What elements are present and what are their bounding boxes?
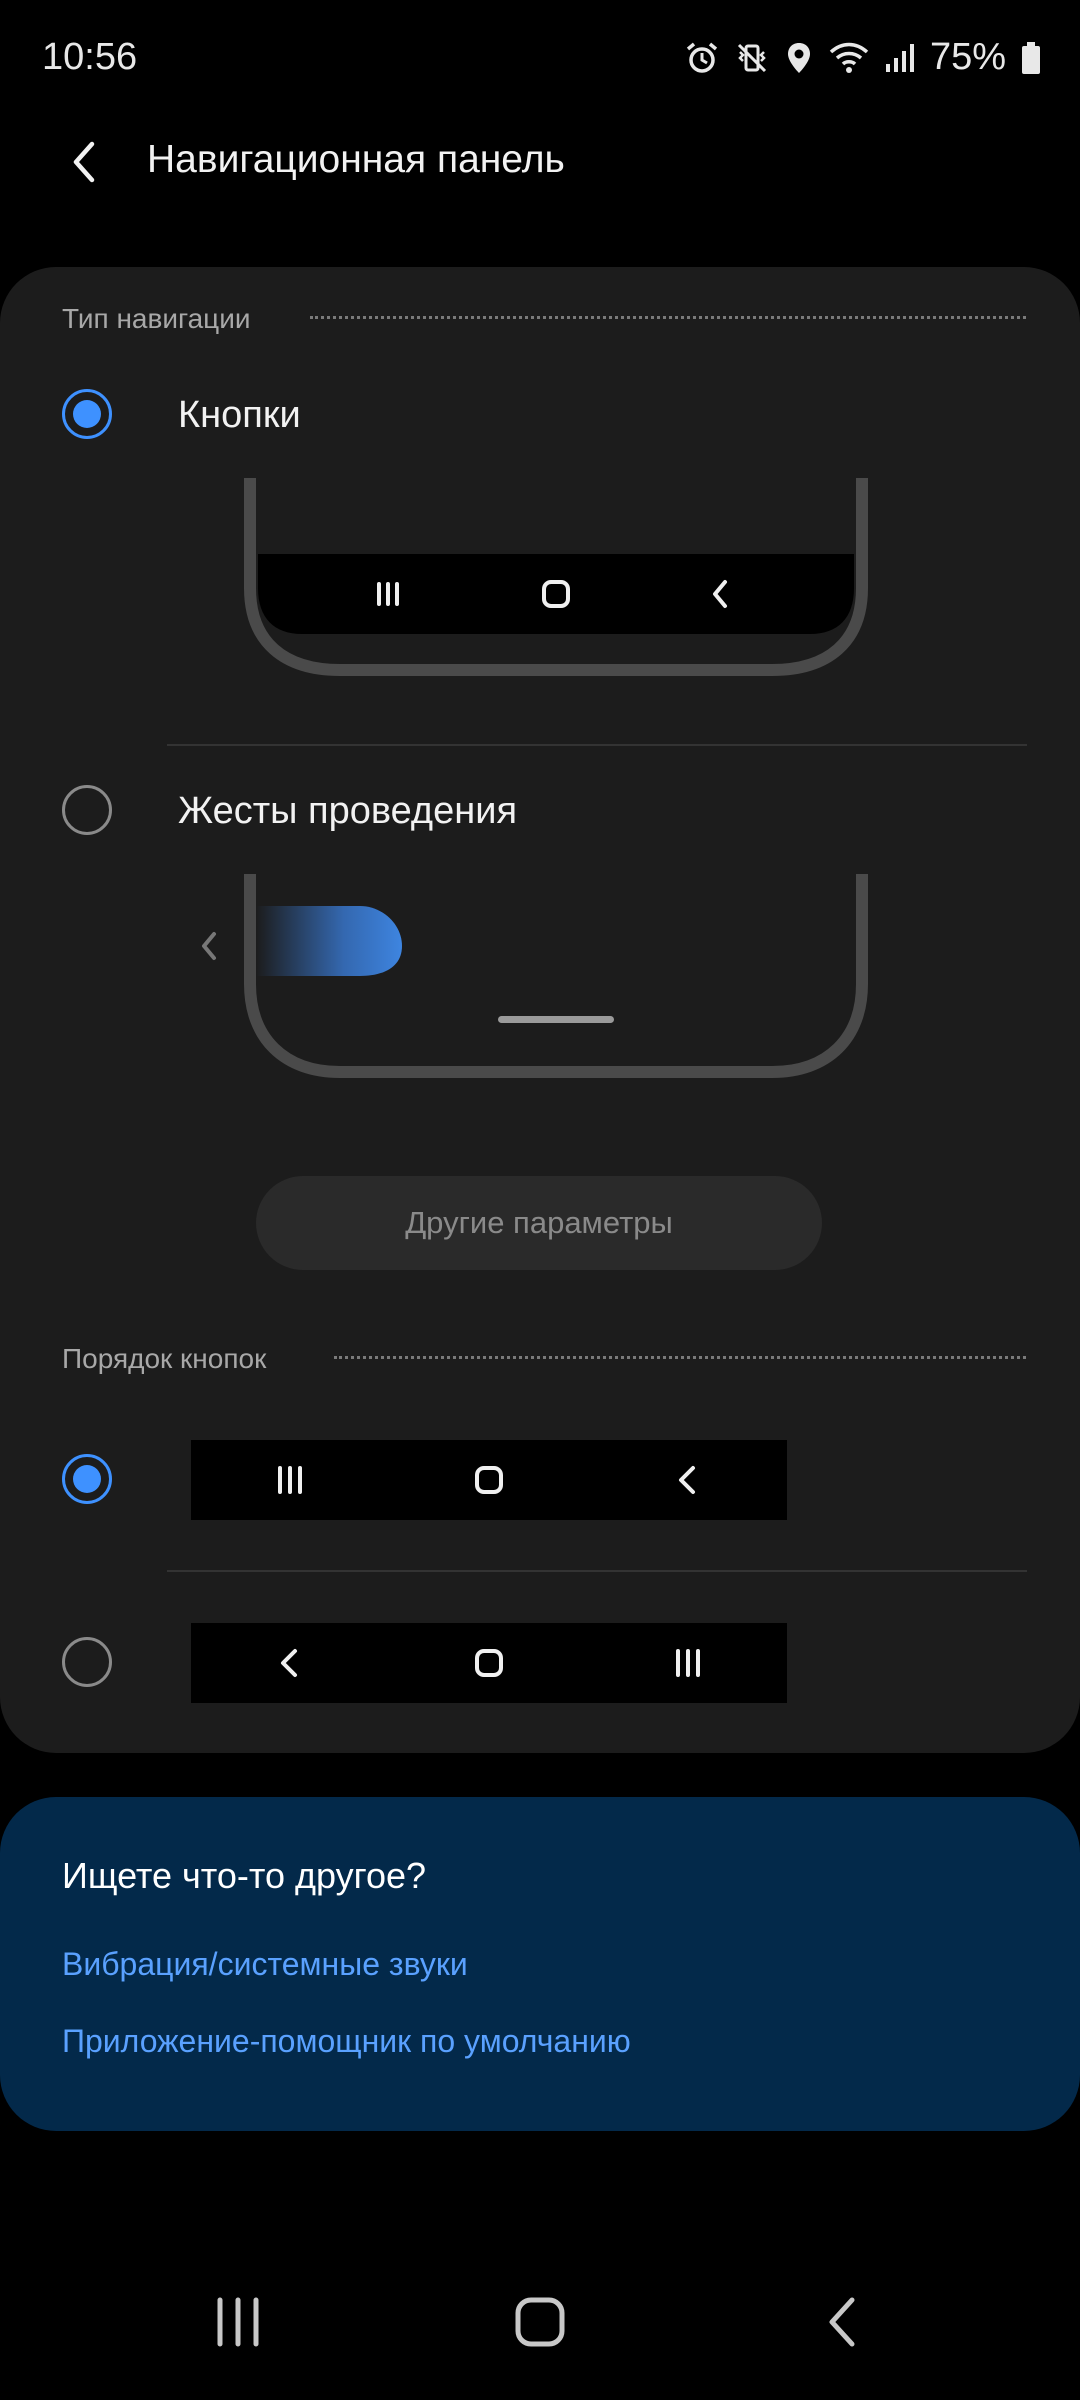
radio-gestures[interactable] xyxy=(62,785,112,835)
link-vibration-sounds[interactable]: Вибрация/системные звуки xyxy=(62,1946,468,1983)
divider xyxy=(167,1570,1027,1572)
back-button[interactable] xyxy=(52,130,116,194)
help-card-title: Ищете что-то другое? xyxy=(62,1855,427,1896)
section-divider-dots xyxy=(310,316,1026,319)
radio-order-1[interactable] xyxy=(62,1454,112,1504)
back-icon xyxy=(281,1649,298,1677)
link-default-assistant[interactable]: Приложение-помощник по умолчанию xyxy=(62,2023,631,2060)
more-settings-button[interactable]: Другие параметры xyxy=(256,1176,822,1270)
recents-icon[interactable] xyxy=(210,2292,266,2352)
recents-icon xyxy=(675,1649,700,1677)
vibrate-icon xyxy=(734,40,770,76)
status-icons: 75% xyxy=(684,36,1042,79)
system-nav-bar xyxy=(0,2290,1080,2380)
order-preview-2 xyxy=(191,1623,787,1703)
home-icon xyxy=(474,1649,503,1677)
order-preview-1 xyxy=(191,1440,787,1520)
wifi-icon xyxy=(828,40,870,76)
back-arrow-icon xyxy=(73,141,95,183)
recents-icon xyxy=(278,1466,303,1494)
option-label-gestures: Жесты проведения xyxy=(178,790,518,832)
section-label-nav-type: Тип навигации xyxy=(62,303,251,334)
section-label-button-order: Порядок кнопок xyxy=(62,1343,267,1374)
buttons-nav-preview xyxy=(244,478,868,676)
radio-buttons[interactable] xyxy=(62,389,112,439)
gestures-nav-preview xyxy=(202,874,868,1078)
home-icon xyxy=(474,1466,503,1494)
radio-order-2[interactable] xyxy=(62,1637,112,1687)
back-icon[interactable] xyxy=(818,2292,866,2352)
status-time: 10:56 xyxy=(42,36,138,78)
location-icon xyxy=(784,40,814,76)
signal-icon xyxy=(884,40,916,76)
more-settings-label: Другие параметры xyxy=(405,1205,673,1240)
home-icon[interactable] xyxy=(510,2292,570,2352)
alarm-icon xyxy=(684,40,720,76)
section-divider-dots xyxy=(334,1356,1026,1359)
divider xyxy=(167,744,1027,746)
page-title: Навигационная панель xyxy=(147,138,565,181)
screen: 10:56 75% Навигационная панель Тип навиг… xyxy=(0,0,1080,2400)
option-label-buttons: Кнопки xyxy=(178,394,301,436)
battery-percent: 75% xyxy=(929,36,1006,78)
back-icon xyxy=(678,1466,695,1494)
battery-icon xyxy=(1020,40,1042,76)
